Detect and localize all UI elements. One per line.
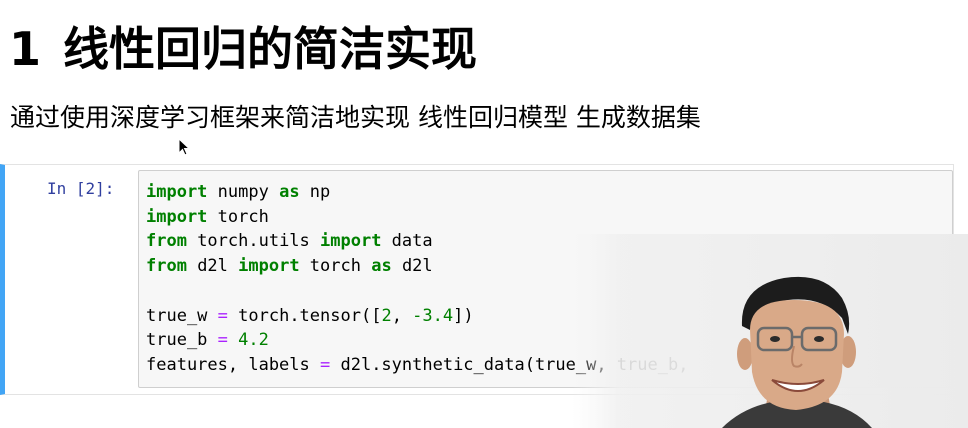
code-line-3: from torch.utils import data — [146, 231, 433, 251]
keyword: from — [146, 256, 187, 277]
code-token: d2l — [391, 256, 433, 277]
keyword: import — [238, 256, 300, 277]
section-title: 线性回归的简洁实现 — [63, 22, 478, 76]
page-title: 1 线性回归的简洁实现 — [9, 14, 477, 84]
keyword: as — [279, 182, 300, 202]
keyword: from — [146, 231, 187, 252]
code-token: ]) — [453, 305, 474, 326]
code-line-4: from d2l import torch as d2l — [146, 256, 433, 276]
code-token: true_w — [146, 305, 218, 326]
code-token: features, labels — [146, 354, 320, 375]
mouse-pointer-icon — [178, 138, 190, 156]
cell-prompt: In [2]: — [47, 179, 115, 198]
intro-text: 通过使用深度学习框架来简洁地实现 线性回归模型 生成数据集 — [10, 103, 701, 132]
code-line-2: import torch — [146, 207, 269, 227]
code-line-1: import numpy as np — [146, 182, 330, 202]
number-literal: -3.4 — [412, 305, 454, 326]
code-token: numpy — [207, 182, 280, 202]
keyword: import — [146, 206, 208, 227]
presenter-webcam-overlay — [572, 234, 968, 428]
code-token: true_b — [146, 330, 218, 351]
number-literal: 4.2 — [238, 330, 269, 351]
code-token: , — [391, 305, 413, 326]
section-number: 1 — [9, 22, 42, 76]
code-token: torch — [299, 256, 372, 277]
keyword: import — [320, 231, 382, 252]
operator: = — [217, 330, 228, 351]
code-token: torch — [207, 206, 269, 227]
keyword: import — [146, 182, 208, 202]
operator: = — [320, 354, 331, 375]
number-literal: 2 — [381, 305, 392, 326]
code-line-6: true_w = torch.tensor([2, -3.4]) — [146, 306, 474, 326]
notebook-page: 1 线性回归的简洁实现 通过使用深度学习框架来简洁地实现 线性回归模型 生成数据集… — [0, 0, 968, 428]
code-line-7: true_b = 4.2 — [146, 330, 269, 350]
keyword: as — [371, 256, 392, 277]
code-token: torch.utils — [186, 231, 321, 252]
operator: = — [217, 305, 228, 326]
code-token: data — [381, 231, 433, 252]
code-token: np — [299, 182, 331, 202]
code-token: d2l — [186, 256, 239, 277]
code-token: torch.tensor([ — [227, 305, 382, 326]
